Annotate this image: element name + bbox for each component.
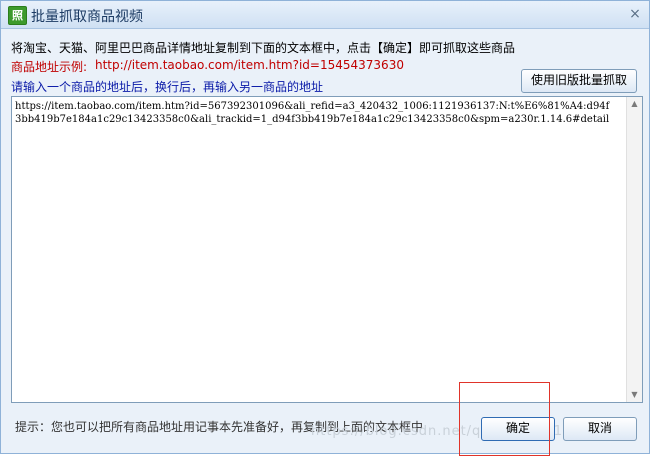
dialog-title: 批量抓取商品视频 xyxy=(31,9,143,25)
cancel-button[interactable]: 取消 xyxy=(563,417,637,441)
url-textarea[interactable]: https://item.taobao.com/item.htm?id=5673… xyxy=(11,96,643,403)
instructions-text: 将淘宝、天猫、阿里巴巴商品详情地址复制到下面的文本框中，点击【确定】即可抓取这些… xyxy=(11,41,516,55)
old-version-batch-button[interactable]: 使用旧版批量抓取 xyxy=(521,69,637,93)
scroll-up-icon[interactable]: ▲ xyxy=(627,97,642,111)
input-hint: 请输入一个商品的地址后，换行后，再输入另一商品的地址 xyxy=(11,80,324,94)
vertical-scrollbar[interactable]: ▲ ▼ xyxy=(626,97,642,402)
example-url: http://item.taobao.com/item.htm?id=15454… xyxy=(95,58,404,72)
ok-button[interactable]: 确定 xyxy=(481,417,555,441)
close-icon[interactable]: × xyxy=(627,6,643,22)
dialog-window: 照 批量抓取商品视频 × 将淘宝、天猫、阿里巴巴商品详情地址复制到下面的文本框中… xyxy=(0,0,650,456)
app-icon: 照 xyxy=(8,6,27,25)
title-bar[interactable]: 照 批量抓取商品视频 × xyxy=(1,1,649,29)
url-textarea-value: https://item.taobao.com/item.htm?id=5673… xyxy=(15,101,610,125)
scroll-down-icon[interactable]: ▼ xyxy=(627,388,642,402)
example-label: 商品地址示例: xyxy=(11,60,88,74)
